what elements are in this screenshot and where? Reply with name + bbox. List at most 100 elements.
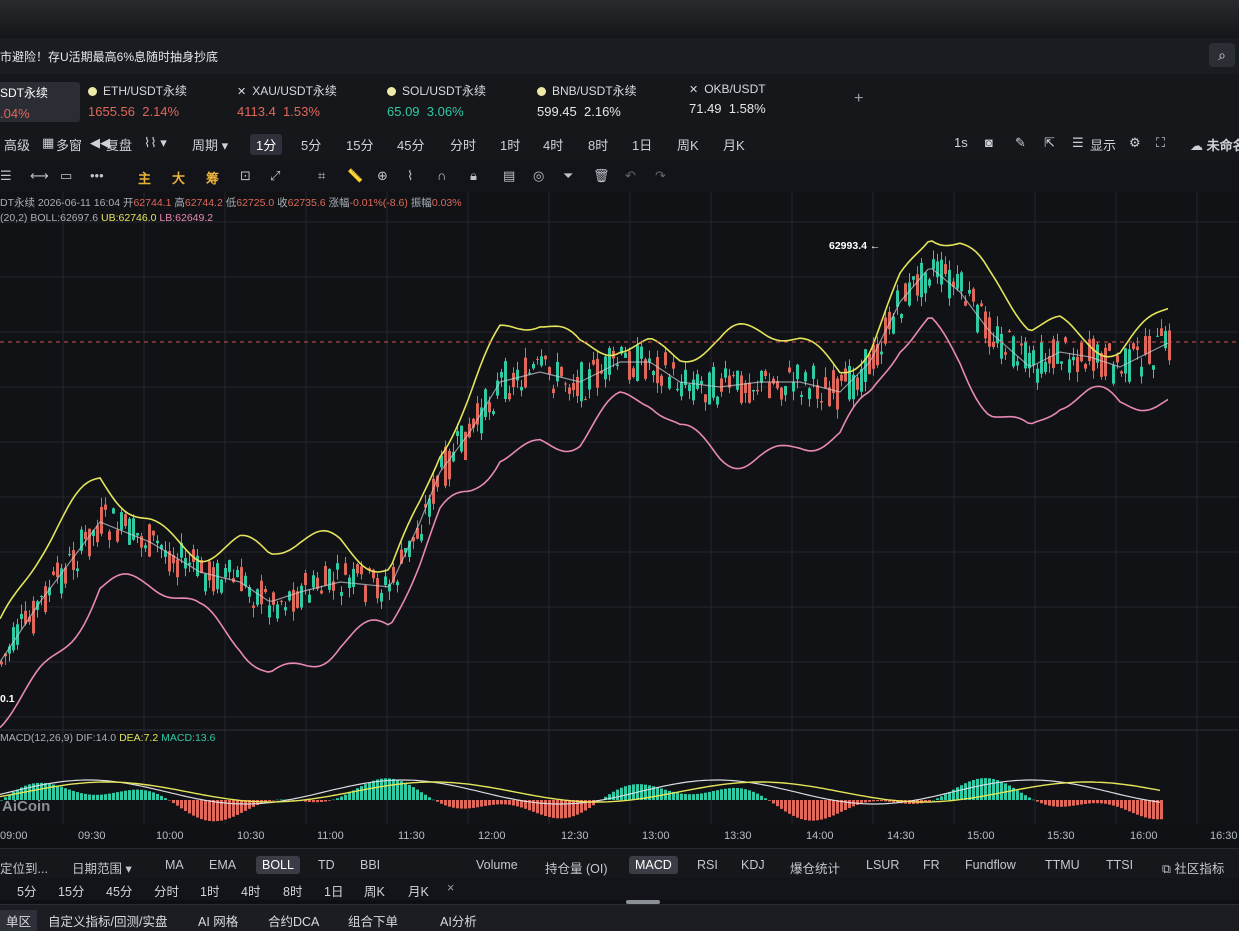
- quick-period-month[interactable]: 月K: [408, 881, 429, 900]
- quick-period-1h[interactable]: 1时: [200, 881, 219, 900]
- period-month[interactable]: 月K: [723, 135, 745, 154]
- search-icon[interactable]: ⌕: [1209, 43, 1235, 67]
- period-1d[interactable]: 1日: [632, 135, 652, 154]
- indicator-bbi[interactable]: BBI: [360, 858, 380, 872]
- quick-period-week[interactable]: 周K: [364, 881, 385, 900]
- close-icon[interactable]: ×: [447, 881, 454, 895]
- brush-icon[interactable]: ⌇: [407, 168, 413, 184]
- indicator-oi[interactable]: 持仓量 (OI): [545, 858, 608, 877]
- tab-ai-grid[interactable]: AI 网格: [198, 911, 238, 930]
- filter-icon[interactable]: ⏷: [563, 168, 573, 184]
- ruler-icon[interactable]: 📏: [347, 168, 363, 184]
- replay-button[interactable]: 复盘: [106, 135, 132, 154]
- period-timeshare[interactable]: 分时: [450, 135, 476, 154]
- quick-period-8h[interactable]: 8时: [283, 881, 302, 900]
- indicator-boll[interactable]: BOLL: [256, 856, 300, 874]
- indicator-td[interactable]: TD: [318, 858, 335, 872]
- chip-button[interactable]: 筹: [206, 168, 219, 187]
- horizontal-line-icon[interactable]: ⟷: [30, 168, 49, 184]
- menu-lines-icon[interactable]: ☰: [0, 168, 12, 184]
- ticker-tab-okb[interactable]: ✕ OKB/USDT 71.49 1.58%: [689, 82, 766, 122]
- macd-info[interactable]: MACD(12,26,9) DIF:14.0 DEA:7.2 MACD:13.6: [0, 732, 215, 744]
- camera-icon[interactable]: ◙: [985, 135, 993, 150]
- big-order-button[interactable]: 大: [172, 168, 185, 187]
- settings-icon[interactable]: ⚙: [1129, 135, 1141, 151]
- add-tab-button[interactable]: +: [854, 90, 863, 108]
- realtime-interval[interactable]: 1s: [954, 135, 968, 150]
- ticker-tab-sol[interactable]: SOL/USDT永续 65.09 3.06%: [387, 82, 486, 122]
- quick-period-5m[interactable]: 5分: [17, 881, 36, 900]
- indicator-lsur[interactable]: LSUR: [866, 858, 899, 872]
- period-8h[interactable]: 8时: [588, 135, 608, 154]
- period-4h[interactable]: 4时: [543, 135, 563, 154]
- more-tools-icon[interactable]: •••: [90, 168, 104, 183]
- alert-icon[interactable]: ◎: [533, 168, 544, 184]
- undo-icon[interactable]: ↶: [625, 168, 636, 184]
- tab-custom-indicator[interactable]: 自定义指标/回测/实盘: [48, 911, 167, 930]
- display-icon[interactable]: ☰: [1072, 135, 1084, 151]
- ticker-tab-bnb[interactable]: BNB/USDT永续 599.45 2.16%: [537, 82, 637, 122]
- fullscreen-icon[interactable]: ⛶: [1156, 135, 1165, 151]
- rectangle-icon[interactable]: ▭: [60, 168, 72, 184]
- advanced-button[interactable]: 高级: [4, 135, 30, 154]
- crop-icon[interactable]: ⌗: [318, 168, 325, 184]
- indicator-ttmu[interactable]: TTMU: [1045, 858, 1080, 872]
- trash-icon[interactable]: 🗑︎: [593, 168, 610, 184]
- layers-icon[interactable]: ▤: [503, 168, 515, 184]
- tab-contract-dca[interactable]: 合约DCA: [268, 911, 319, 930]
- zoom-in-icon[interactable]: ⊕: [377, 168, 388, 184]
- community-indicators-button[interactable]: ⧉ 社区指标: [1162, 858, 1224, 877]
- promo-banner-text[interactable]: 市避险！存U活期最高6%息随时抽身抄底: [0, 48, 218, 65]
- popout-icon[interactable]: ⇱: [1044, 135, 1055, 151]
- indicator-macd[interactable]: MACD: [629, 856, 678, 874]
- indicator-rsi[interactable]: RSI: [697, 858, 718, 872]
- indicator-liquidation[interactable]: 爆仓统计: [790, 858, 840, 877]
- multi-window-button[interactable]: 多窗: [56, 135, 82, 154]
- tab-combo-order[interactable]: 组合下单: [348, 911, 398, 930]
- chart-type-icon[interactable]: ⌇⌇ ▾: [144, 135, 167, 151]
- period-1m[interactable]: 1分: [250, 134, 283, 155]
- quick-period-45m[interactable]: 45分: [106, 881, 132, 900]
- unnamed-layout-button[interactable]: ☁ 未命名: [1190, 135, 1239, 154]
- locate-to-button[interactable]: 定位到...: [0, 858, 48, 877]
- ticker-tab-btc[interactable]: SDT永续 .04%: [0, 82, 80, 122]
- promo-banner[interactable]: 市避险！存U活期最高6%息随时抽身抄底 ⌕: [0, 38, 1239, 75]
- period-15m[interactable]: 15分: [346, 135, 373, 154]
- indicator-volume[interactable]: Volume: [476, 858, 518, 872]
- close-tab-icon[interactable]: ✕: [237, 85, 246, 98]
- period-1h[interactable]: 1时: [500, 135, 520, 154]
- multi-window-icon[interactable]: ▦: [42, 135, 54, 151]
- chart-area[interactable]: DT永续 2026-06-11 16:04 开62744.1 高62744.2 …: [0, 192, 1239, 824]
- magnet-icon[interactable]: ∩: [437, 168, 446, 183]
- indicator-ema[interactable]: EMA: [209, 858, 236, 872]
- tab-single-zone[interactable]: 单区: [0, 910, 38, 931]
- pen-icon[interactable]: ✎: [1015, 135, 1026, 151]
- quick-period-timeshare[interactable]: 分时: [154, 881, 179, 900]
- indicator-ttsi[interactable]: TTSI: [1106, 858, 1133, 872]
- period-5m[interactable]: 5分: [301, 135, 321, 154]
- trend-icon[interactable]: ⤢: [270, 168, 280, 184]
- ticker-tab-eth[interactable]: ETH/USDT永续 1655.56 2.14%: [88, 82, 187, 122]
- candle-body: [664, 352, 667, 366]
- candlestick-chart[interactable]: [0, 192, 1239, 824]
- date-range-dropdown[interactable]: 日期范围 ▾: [72, 858, 132, 877]
- quick-period-15m[interactable]: 15分: [58, 881, 84, 900]
- period-dropdown[interactable]: 周期 ▾: [192, 135, 228, 154]
- indicator-fr[interactable]: FR: [923, 858, 940, 872]
- display-button[interactable]: 显示: [1090, 135, 1116, 154]
- lock-icon[interactable]: 🔒︎: [470, 168, 477, 184]
- indicator-icon[interactable]: ⊡: [240, 168, 251, 184]
- close-tab-icon[interactable]: ✕: [689, 83, 698, 96]
- ticker-tab-xau[interactable]: ✕ XAU/USDT永续 4113.4 1.53%: [237, 82, 337, 122]
- indicator-fundflow[interactable]: Fundflow: [965, 858, 1016, 872]
- boll-info[interactable]: (20,2) BOLL:62697.6 UB:62746.0 LB:62649.…: [0, 212, 213, 224]
- quick-period-1d[interactable]: 1日: [324, 881, 343, 900]
- redo-icon[interactable]: ↷: [655, 168, 666, 184]
- main-force-button[interactable]: 主: [138, 168, 151, 187]
- tab-ai-analysis[interactable]: AI分析: [440, 911, 477, 930]
- period-45m[interactable]: 45分: [397, 135, 424, 154]
- indicator-kdj[interactable]: KDJ: [741, 858, 765, 872]
- quick-period-4h[interactable]: 4时: [241, 881, 260, 900]
- indicator-ma[interactable]: MA: [165, 858, 184, 872]
- period-week[interactable]: 周K: [677, 135, 699, 154]
